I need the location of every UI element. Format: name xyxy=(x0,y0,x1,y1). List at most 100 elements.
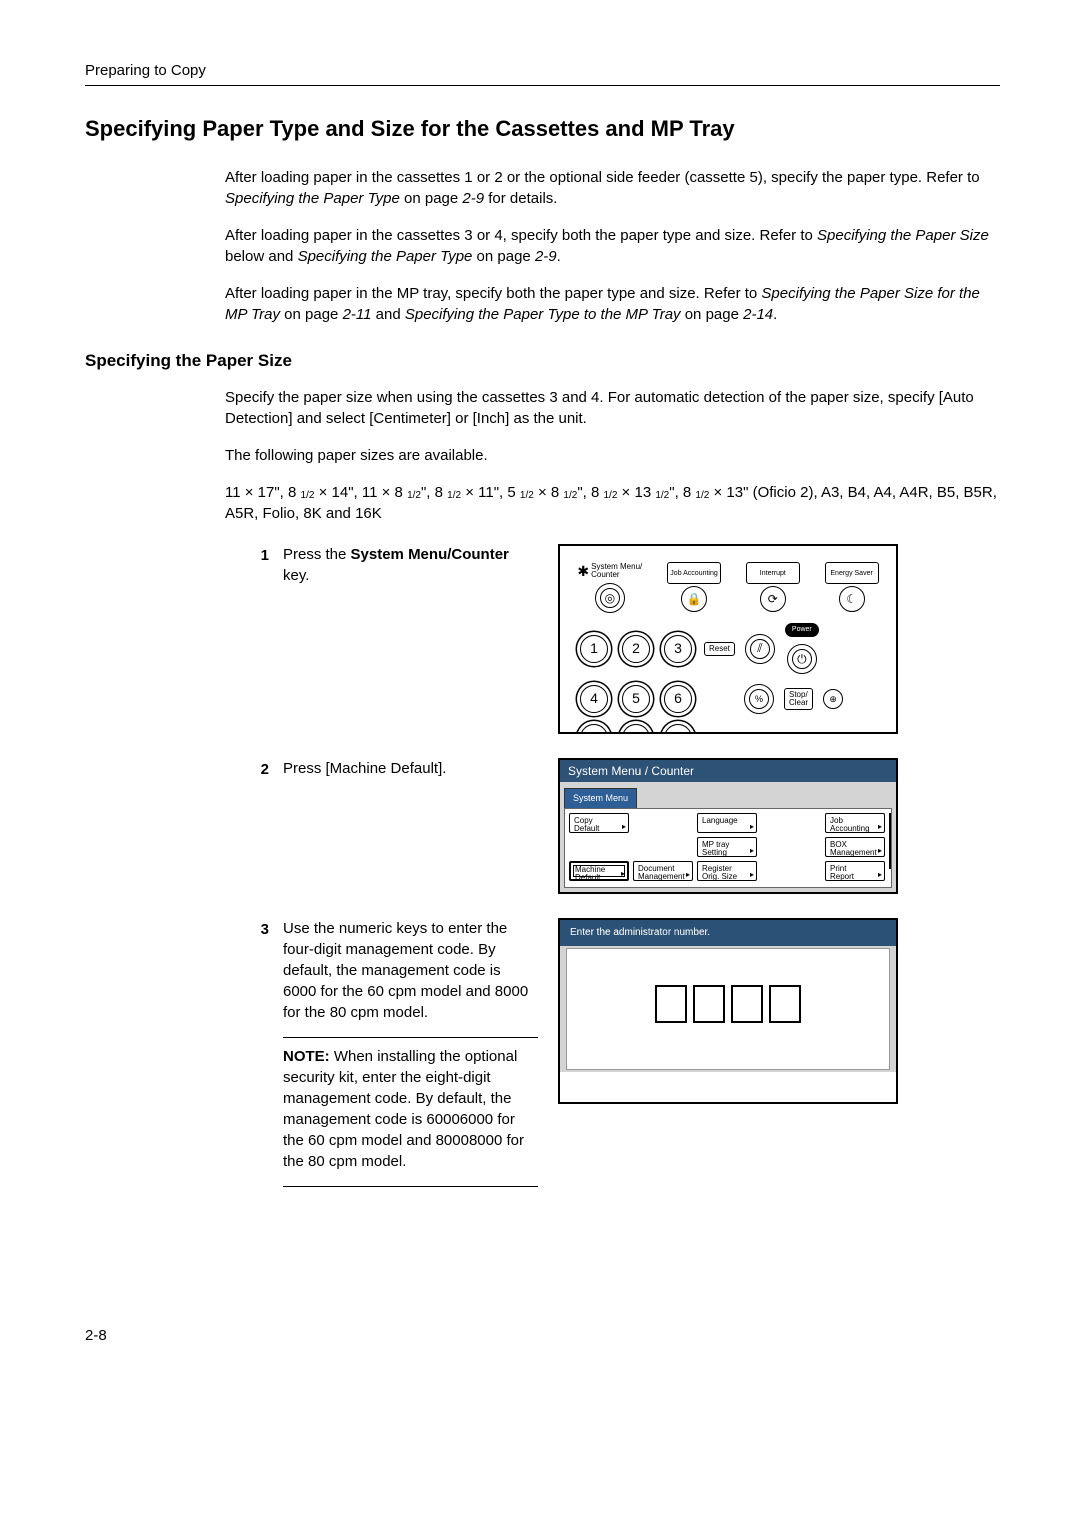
step-2: 2 Press [Machine Default]. System Menu /… xyxy=(85,758,1000,894)
step-1: 1 Press the System Menu/Counter key. ✱ S… xyxy=(85,544,1000,734)
ref: Specifying the Paper Type to the MP Tray xyxy=(405,306,681,323)
page-ref: 2-14 xyxy=(743,306,773,323)
power-label: Power xyxy=(785,623,819,637)
t: × 8 xyxy=(534,484,564,501)
txt: on page xyxy=(472,248,535,265)
txt: . xyxy=(773,306,777,323)
page-number: 2-8 xyxy=(85,1325,1000,1346)
subheading-paper-size: Specifying the Paper Size xyxy=(85,349,1000,373)
intro-p2: After loading paper in the cassettes 3 o… xyxy=(225,225,1000,267)
control-panel-diagram: ✱ System Menu/ Counter ◎ Job Accounting … xyxy=(558,544,898,734)
system-menu-counter-key[interactable]: ◎ xyxy=(595,583,625,613)
step-3-note: NOTE: When installing the optional secur… xyxy=(283,1046,538,1172)
numkey-8[interactable]: 8 xyxy=(622,724,650,734)
box-management-button[interactable]: BOX Management▸ xyxy=(825,837,885,857)
t: 11 × 17", 8 xyxy=(225,484,301,501)
indicator-led: ⊕ xyxy=(823,689,843,709)
txt: page xyxy=(706,306,744,323)
frac: 1/2 xyxy=(301,490,315,501)
numkey-9[interactable]: 9 xyxy=(664,724,692,734)
page-ref: 2-11 xyxy=(343,306,372,323)
register-orig-size-button[interactable]: Register Orig. Size▸ xyxy=(697,861,757,881)
txt: below and xyxy=(225,248,298,265)
machine-default-button[interactable]: Machine Default▸ xyxy=(569,861,629,881)
page-title: Specifying Paper Type and Size for the C… xyxy=(85,114,1000,145)
divider xyxy=(283,1186,538,1187)
print-report-button[interactable]: Print Report▸ xyxy=(825,861,885,881)
txt: on xyxy=(681,306,706,323)
sub1-p2: The following paper sizes are available. xyxy=(225,445,1000,466)
step-3-text: Use the numeric keys to enter the four-d… xyxy=(283,918,538,1023)
arrow-icon: ▸ xyxy=(750,823,754,831)
ref: Specifying the Paper Type xyxy=(225,190,400,207)
txt: . xyxy=(557,248,561,265)
numkey-2[interactable]: 2 xyxy=(622,635,650,663)
arrow-icon: ▸ xyxy=(686,871,690,879)
ref: Specifying the Paper Size xyxy=(817,227,989,244)
interrupt-key[interactable]: ⟳ xyxy=(760,586,786,612)
system-menu-screen: System Menu / Counter System Menu Copy D… xyxy=(558,758,898,894)
code-digit-1[interactable] xyxy=(655,985,687,1023)
sub1-sizes: 11 × 17", 8 1/2 × 14", 11 × 8 1/2", 8 1/… xyxy=(225,482,1000,524)
txt: on page xyxy=(280,306,343,323)
mp-tray-setting-button[interactable]: MP tray Setting▸ xyxy=(697,837,757,857)
t: × 11", 5 xyxy=(461,484,520,501)
step-num: 2 xyxy=(245,758,269,780)
t: × 13 xyxy=(617,484,655,501)
document-management-button[interactable]: Document Management▸ xyxy=(633,861,693,881)
screen-title: System Menu / Counter xyxy=(560,760,896,783)
arrow-icon: ▸ xyxy=(878,823,882,831)
t: Press the xyxy=(283,546,351,563)
step-num: 1 xyxy=(245,544,269,566)
frac: 1/2 xyxy=(695,490,709,501)
frac: 1/2 xyxy=(655,490,669,501)
numkey-6[interactable]: 6 xyxy=(664,685,692,713)
stop-clear-key[interactable]: Stop/ Clear xyxy=(784,688,813,710)
admin-code-screen: Enter the administrator number. xyxy=(558,918,898,1104)
job-accounting-button[interactable]: Job Accounting▸ xyxy=(825,813,885,833)
energy-saver-label: Energy Saver xyxy=(825,562,879,584)
frac: 1/2 xyxy=(447,490,461,501)
numkey-7[interactable]: 7 xyxy=(580,724,608,734)
copy-default-button[interactable]: Copy Default▸ xyxy=(569,813,629,833)
frac: 1/2 xyxy=(563,490,577,501)
slash-key[interactable]: ⫽ xyxy=(745,634,775,664)
numkey-4[interactable]: 4 xyxy=(580,685,608,713)
lbl: Counter xyxy=(591,570,619,579)
arrow-icon: ▸ xyxy=(878,847,882,855)
step-3: 3 Use the numeric keys to enter the four… xyxy=(85,918,1000,1195)
divider xyxy=(283,1037,538,1038)
code-digit-2[interactable] xyxy=(693,985,725,1023)
scrollbar[interactable] xyxy=(889,813,891,869)
screen-tab: System Menu xyxy=(564,788,637,808)
job-accounting-label: Job Accounting xyxy=(667,562,721,584)
numkey-1[interactable]: 1 xyxy=(580,635,608,663)
reset-key[interactable]: Reset xyxy=(704,642,735,656)
txt: After loading paper in the MP tray, spec… xyxy=(225,285,761,302)
step-num: 3 xyxy=(245,918,269,940)
step-1-text: Press the System Menu/Counter key. xyxy=(283,544,538,586)
language-button[interactable]: Language▸ xyxy=(697,813,757,833)
running-header: Preparing to Copy xyxy=(85,62,206,79)
note-label: NOTE: xyxy=(283,1048,330,1065)
arrow-icon: ▸ xyxy=(750,847,754,855)
arrow-icon: ▸ xyxy=(750,871,754,879)
t: key. xyxy=(283,567,309,584)
txt: After loading paper in the cassettes 3 o… xyxy=(225,227,817,244)
code-digit-3[interactable] xyxy=(731,985,763,1023)
energy-saver-key[interactable]: ☾ xyxy=(839,586,865,612)
code-entry-fields xyxy=(567,985,889,1023)
intro-p1: After loading paper in the cassettes 1 o… xyxy=(225,167,1000,209)
txt: and xyxy=(371,306,404,323)
key-name: System Menu/Counter xyxy=(351,546,509,563)
job-accounting-key[interactable]: 🔒 xyxy=(681,586,707,612)
code-digit-4[interactable] xyxy=(769,985,801,1023)
frac: 1/2 xyxy=(520,490,534,501)
percent-key[interactable]: % xyxy=(744,684,774,714)
numkey-5[interactable]: 5 xyxy=(622,685,650,713)
frac: 1/2 xyxy=(603,490,617,501)
txt: on page xyxy=(400,190,463,207)
t: ", 8 xyxy=(669,484,695,501)
numkey-3[interactable]: 3 xyxy=(664,635,692,663)
power-key[interactable]: ⏻ xyxy=(787,644,817,674)
